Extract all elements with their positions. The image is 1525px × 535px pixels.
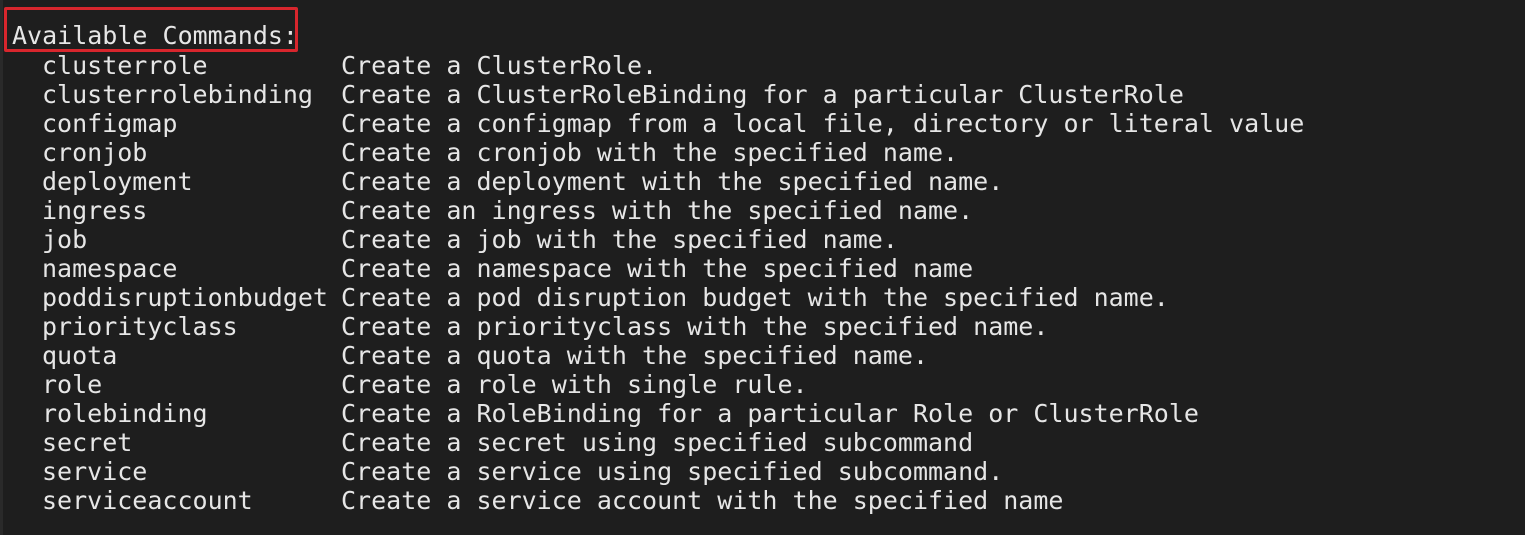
command-name: deployment <box>42 167 193 196</box>
terminal-output: Available Commands: clusterrole Create a… <box>0 0 1525 535</box>
command-name: cronjob <box>42 138 148 167</box>
command-list: clusterrole Create a ClusterRole. cluste… <box>42 51 1304 515</box>
command-row: poddisruptionbudget Create a pod disrupt… <box>42 283 1304 312</box>
command-description: Create a secret using specified subcomma… <box>341 428 974 457</box>
command-row: job Create a job with the specified name… <box>42 225 1304 254</box>
command-name: secret <box>42 428 133 457</box>
command-name: serviceaccount <box>42 486 253 515</box>
command-row: quota Create a quota with the specified … <box>42 341 1304 370</box>
command-name: rolebinding <box>42 399 208 428</box>
command-name: priorityclass <box>42 312 238 341</box>
command-name: ingress <box>42 196 148 225</box>
command-description: Create a service using specified subcomm… <box>341 457 1004 486</box>
command-name: quota <box>42 341 118 370</box>
command-row: role Create a role with single rule. <box>42 370 1304 399</box>
command-description: Create a deployment with the specified n… <box>341 167 1004 196</box>
command-name: namespace <box>42 254 178 283</box>
command-name: poddisruptionbudget <box>42 283 328 312</box>
command-description: Create a cronjob with the specified name… <box>341 138 959 167</box>
command-name: clusterrole <box>42 51 208 80</box>
command-row: service Create a service using specified… <box>42 457 1304 486</box>
highlight-annotation-box <box>4 7 298 52</box>
command-description: Create a priorityclass with the specifie… <box>341 312 1049 341</box>
command-description: Create an ingress with the specified nam… <box>341 196 974 225</box>
command-name: clusterrolebinding <box>42 80 313 109</box>
command-row: ingress Create an ingress with the speci… <box>42 196 1304 225</box>
command-row: namespace Create a namespace with the sp… <box>42 254 1304 283</box>
command-description: Create a ClusterRoleBinding for a partic… <box>341 80 1184 109</box>
command-description: Create a pod disruption budget with the … <box>341 283 1169 312</box>
command-name: role <box>42 370 103 399</box>
command-row: secret Create a secret using specified s… <box>42 428 1304 457</box>
command-description: Create a ClusterRole. <box>341 51 658 80</box>
command-row: clusterrole Create a ClusterRole. <box>42 51 1304 80</box>
window-edge <box>0 0 3 535</box>
command-row: rolebinding Create a RoleBinding for a p… <box>42 399 1304 428</box>
command-description: Create a quota with the specified name. <box>341 341 928 370</box>
command-description: Create a job with the specified name. <box>341 225 898 254</box>
command-description: Create a service account with the specif… <box>341 486 1064 515</box>
command-name: job <box>42 225 88 254</box>
command-description: Create a namespace with the specified na… <box>341 254 974 283</box>
command-description: Create a configmap from a local file, di… <box>341 109 1305 138</box>
command-row: cronjob Create a cronjob with the specif… <box>42 138 1304 167</box>
command-row: priorityclass Create a priorityclass wit… <box>42 312 1304 341</box>
command-row: serviceaccount Create a service account … <box>42 486 1304 515</box>
command-description: Create a role with single rule. <box>341 370 808 399</box>
command-description: Create a RoleBinding for a particular Ro… <box>341 399 1199 428</box>
command-name: service <box>42 457 148 486</box>
command-row: deployment Create a deployment with the … <box>42 167 1304 196</box>
command-name: configmap <box>42 109 178 138</box>
command-row: configmap Create a configmap from a loca… <box>42 109 1304 138</box>
command-row: clusterrolebinding Create a ClusterRoleB… <box>42 80 1304 109</box>
